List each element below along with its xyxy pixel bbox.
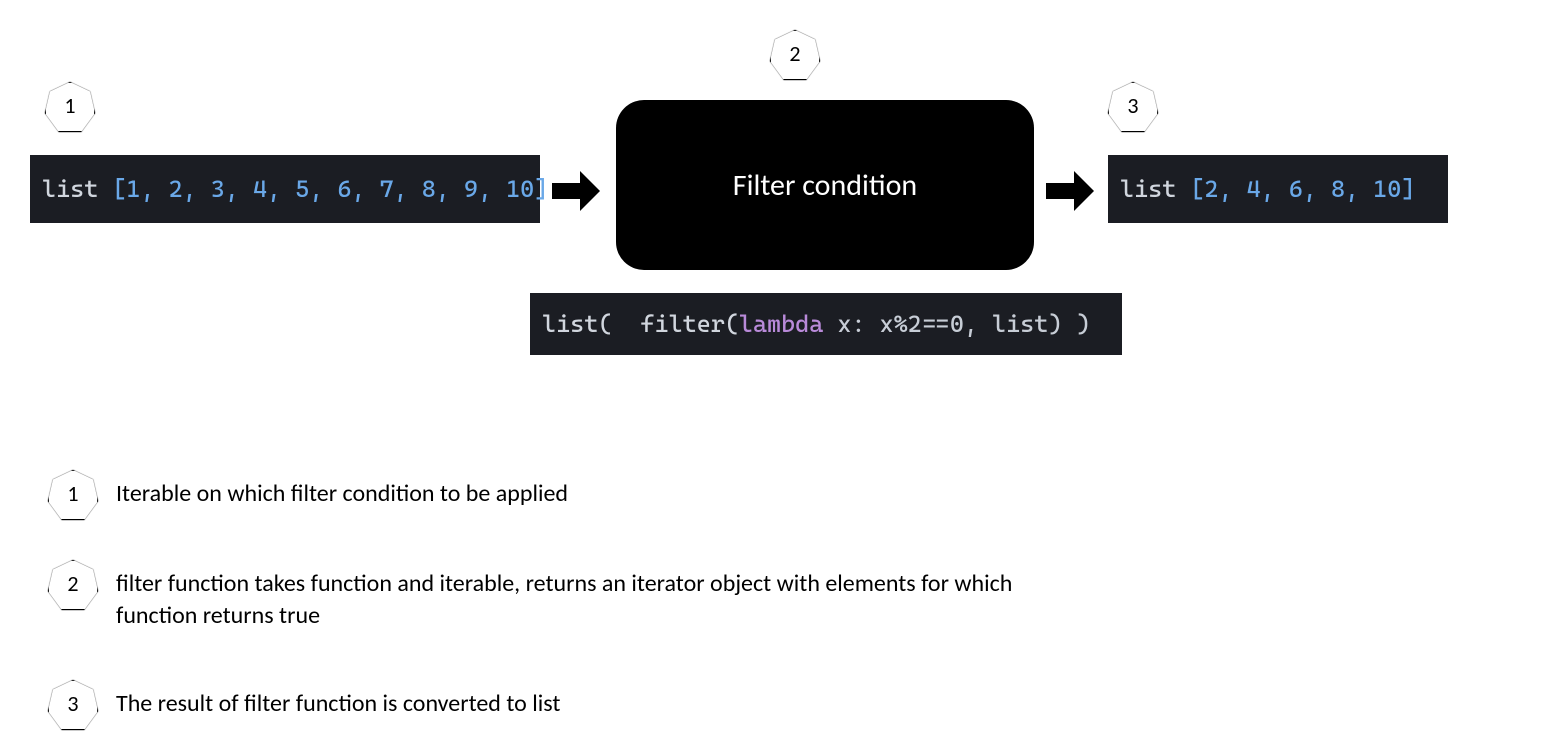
filter-condition-box: Filter condition bbox=[616, 100, 1034, 270]
legend-badge-3: 3 bbox=[48, 680, 98, 730]
badge-3-label: 3 bbox=[1127, 92, 1138, 119]
filter-code-snippet: list( filter(lambda x: x%2==0, list) ) bbox=[530, 293, 1122, 355]
input-list-codebox: list [1, 2, 3, 4, 5, 6, 7, 8, 9, 10] bbox=[30, 155, 540, 223]
legend-text-2: filter function takes function and itera… bbox=[116, 560, 1016, 633]
arrow-right-2-icon bbox=[1044, 167, 1096, 215]
badge-1-label: 1 bbox=[64, 92, 75, 119]
badge-3: 3 bbox=[1108, 82, 1158, 132]
filter-code-lambda: lambda bbox=[739, 310, 823, 338]
legend-badge-1-label: 1 bbox=[67, 480, 78, 507]
legend-row-3: 3 The result of filter function is conve… bbox=[48, 680, 560, 730]
output-list-prefix: list bbox=[1120, 175, 1190, 203]
legend-badge-2: 2 bbox=[48, 560, 98, 610]
badge-2-label: 2 bbox=[789, 40, 800, 67]
filter-condition-label: Filter condition bbox=[733, 167, 917, 204]
output-list-codebox: list [2, 4, 6, 8, 10] bbox=[1108, 155, 1448, 223]
legend-badge-2-label: 2 bbox=[67, 570, 78, 597]
legend-text-3: The result of filter function is convert… bbox=[116, 680, 560, 720]
output-list-values: [2, 4, 6, 8, 10] bbox=[1190, 175, 1415, 203]
input-list-prefix: list bbox=[42, 175, 112, 203]
legend-badge-1: 1 bbox=[48, 470, 98, 520]
filter-code-part2: x: x%2==0, list) ) bbox=[823, 310, 1090, 338]
legend-row-1: 1 Iterable on which filter condition to … bbox=[48, 470, 568, 520]
badge-2: 2 bbox=[770, 30, 820, 80]
legend-text-1: Iterable on which filter condition to be… bbox=[116, 470, 568, 510]
arrow-right-1-icon bbox=[550, 167, 602, 215]
legend-badge-3-label: 3 bbox=[67, 690, 78, 717]
legend-row-2: 2 filter function takes function and ite… bbox=[48, 560, 1016, 633]
input-list-values: [1, 2, 3, 4, 5, 6, 7, 8, 9, 10] bbox=[112, 175, 548, 203]
badge-1: 1 bbox=[45, 82, 95, 132]
filter-code-part1: list( filter( bbox=[542, 310, 739, 338]
